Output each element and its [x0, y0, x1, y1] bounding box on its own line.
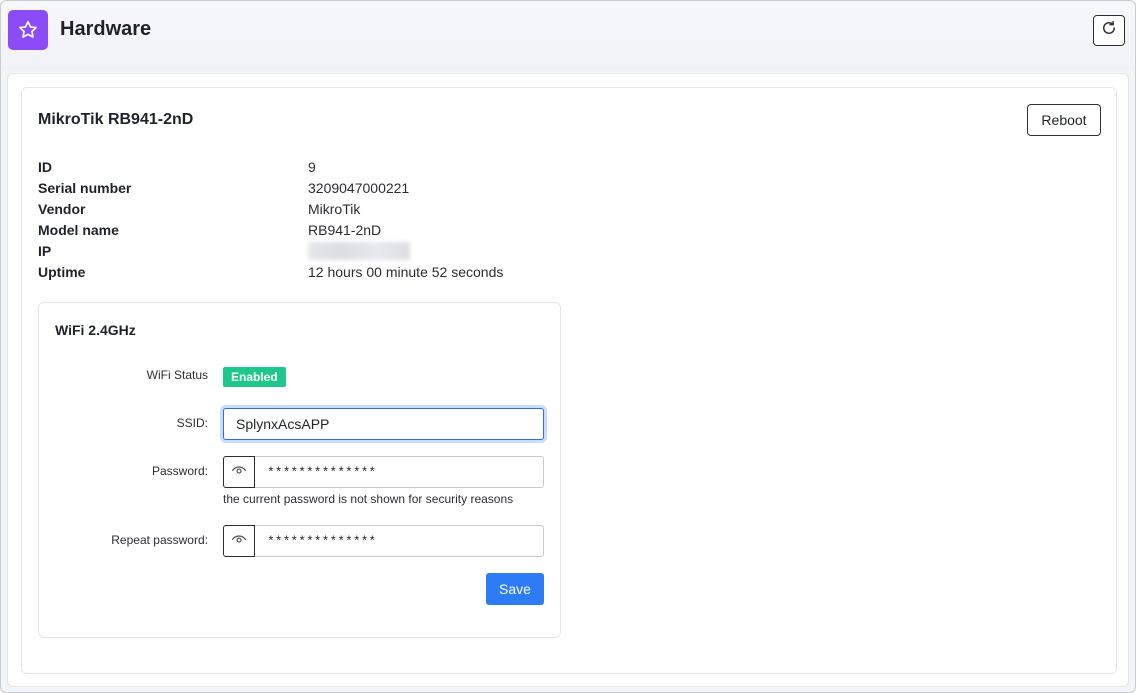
- show-password-button[interactable]: [223, 456, 255, 488]
- device-title: MikroTik RB941-2nD: [38, 111, 194, 128]
- repeat-password-label: Repeat password:: [111, 533, 208, 547]
- save-button[interactable]: Save: [486, 573, 544, 605]
- wifi-panel: WiFi 2.4GHz WiFi Status Enabled SSID: Pa…: [38, 302, 561, 638]
- info-value: MikroTik: [308, 201, 361, 217]
- info-row-vendor: Vendor MikroTik: [38, 200, 503, 221]
- info-label: Uptime: [38, 264, 86, 280]
- info-label: Model name: [38, 222, 119, 238]
- info-value: [308, 242, 410, 263]
- info-value: 9: [308, 159, 316, 175]
- star-icon: [8, 10, 48, 50]
- blurred-ip-value: [308, 242, 410, 260]
- ssid-input[interactable]: [223, 408, 544, 440]
- info-row-serial: Serial number 3209047000221: [38, 179, 503, 200]
- wifi-status-label: WiFi Status: [146, 368, 208, 382]
- info-value: RB941-2nD: [308, 222, 382, 238]
- device-card: MikroTik RB941-2nD Reboot ID 9 Serial nu…: [21, 87, 1117, 674]
- info-label: IP: [38, 243, 52, 259]
- password-input[interactable]: [255, 457, 543, 487]
- info-row-id: ID 9: [38, 158, 503, 179]
- eye-icon: [230, 530, 248, 553]
- content-area: MikroTik RB941-2nD Reboot ID 9 Serial nu…: [7, 73, 1129, 687]
- refresh-icon: [1100, 19, 1118, 42]
- reboot-button[interactable]: Reboot: [1027, 104, 1101, 136]
- repeat-password-input[interactable]: [255, 526, 543, 556]
- page-title: Hardware: [60, 18, 152, 40]
- status-badge: Enabled: [223, 367, 286, 387]
- ssid-label: SSID:: [176, 416, 208, 430]
- info-row-ip: IP: [38, 242, 503, 263]
- top-bar: Hardware: [1, 1, 1135, 71]
- password-label: Password:: [151, 464, 208, 478]
- app-window: Hardware MikroTik RB941-2nD Reboot ID 9 …: [0, 0, 1136, 693]
- info-value: 12 hours 00 minute 52 seconds: [308, 264, 504, 280]
- info-value: 3209047000221: [308, 180, 410, 196]
- show-repeat-password-button[interactable]: [223, 525, 255, 557]
- password-field: [223, 456, 544, 488]
- password-hint: the current password is not shown for se…: [223, 492, 514, 506]
- info-row-uptime: Uptime 12 hours 00 minute 52 seconds: [38, 263, 503, 284]
- wifi-title: WiFi 2.4GHz: [55, 322, 136, 338]
- eye-icon: [230, 461, 248, 484]
- info-label: Vendor: [38, 201, 86, 217]
- info-label: Serial number: [38, 180, 132, 196]
- info-row-model: Model name RB941-2nD: [38, 221, 503, 242]
- repeat-password-field: [223, 525, 544, 557]
- info-label: ID: [38, 159, 52, 175]
- device-info-list: ID 9 Serial number 3209047000221 Vendor …: [38, 158, 503, 284]
- refresh-button[interactable]: [1093, 15, 1125, 46]
